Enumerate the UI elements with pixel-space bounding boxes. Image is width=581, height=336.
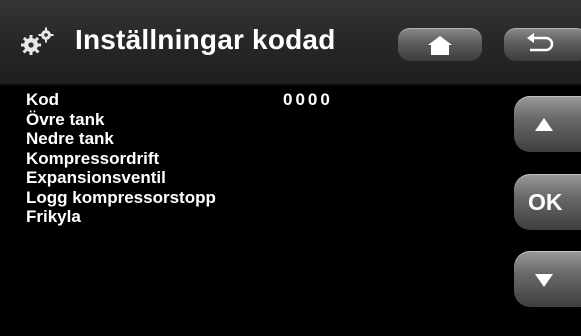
- settings-list: Kod 0000 Övre tank Nedre tank Kompressor…: [26, 90, 330, 227]
- list-item-label: Kod: [26, 90, 60, 109]
- scroll-down-button[interactable]: [514, 251, 581, 307]
- back-button[interactable]: [504, 28, 581, 61]
- header-bar: Inställningar kodad: [0, 0, 581, 86]
- list-item-label: Logg kompressorstopp: [26, 187, 216, 207]
- gears-icon: [21, 27, 54, 55]
- list-item-ovre-tank[interactable]: Övre tank: [26, 110, 216, 130]
- list-item-label: Nedre tank: [26, 129, 114, 148]
- list-item-kod[interactable]: Kod 0000: [26, 90, 330, 110]
- list-item-expansionsventil[interactable]: Expansionsventil: [26, 168, 216, 188]
- screen: Inställningar kodad Kod 0000 Övre tank N…: [0, 0, 581, 336]
- list-item-kompressordrift[interactable]: Kompressordrift: [26, 149, 216, 169]
- list-item-logg-kompressorstopp[interactable]: Logg kompressorstopp: [26, 188, 216, 208]
- down-arrow-icon: [535, 274, 553, 287]
- code-value[interactable]: 0000: [283, 90, 333, 109]
- list-item-frikyla[interactable]: Frikyla: [26, 207, 216, 227]
- list-item-nedre-tank[interactable]: Nedre tank: [26, 129, 216, 149]
- list-item-label: Frikyla: [26, 207, 81, 226]
- header-divider: [0, 84, 581, 86]
- home-icon: [428, 36, 452, 55]
- list-item-label: Övre tank: [26, 109, 105, 129]
- list-item-label: Kompressordrift: [26, 148, 160, 168]
- ok-label: OK: [528, 189, 563, 215]
- up-arrow-icon: [535, 118, 553, 131]
- home-button[interactable]: [398, 28, 482, 61]
- scroll-up-button[interactable]: [514, 96, 581, 152]
- ok-button[interactable]: OK: [514, 174, 581, 230]
- list-item-label: Expansionsventil: [26, 168, 166, 187]
- page-title: Inställningar kodad: [75, 24, 336, 55]
- back-arrow-icon: [527, 33, 554, 52]
